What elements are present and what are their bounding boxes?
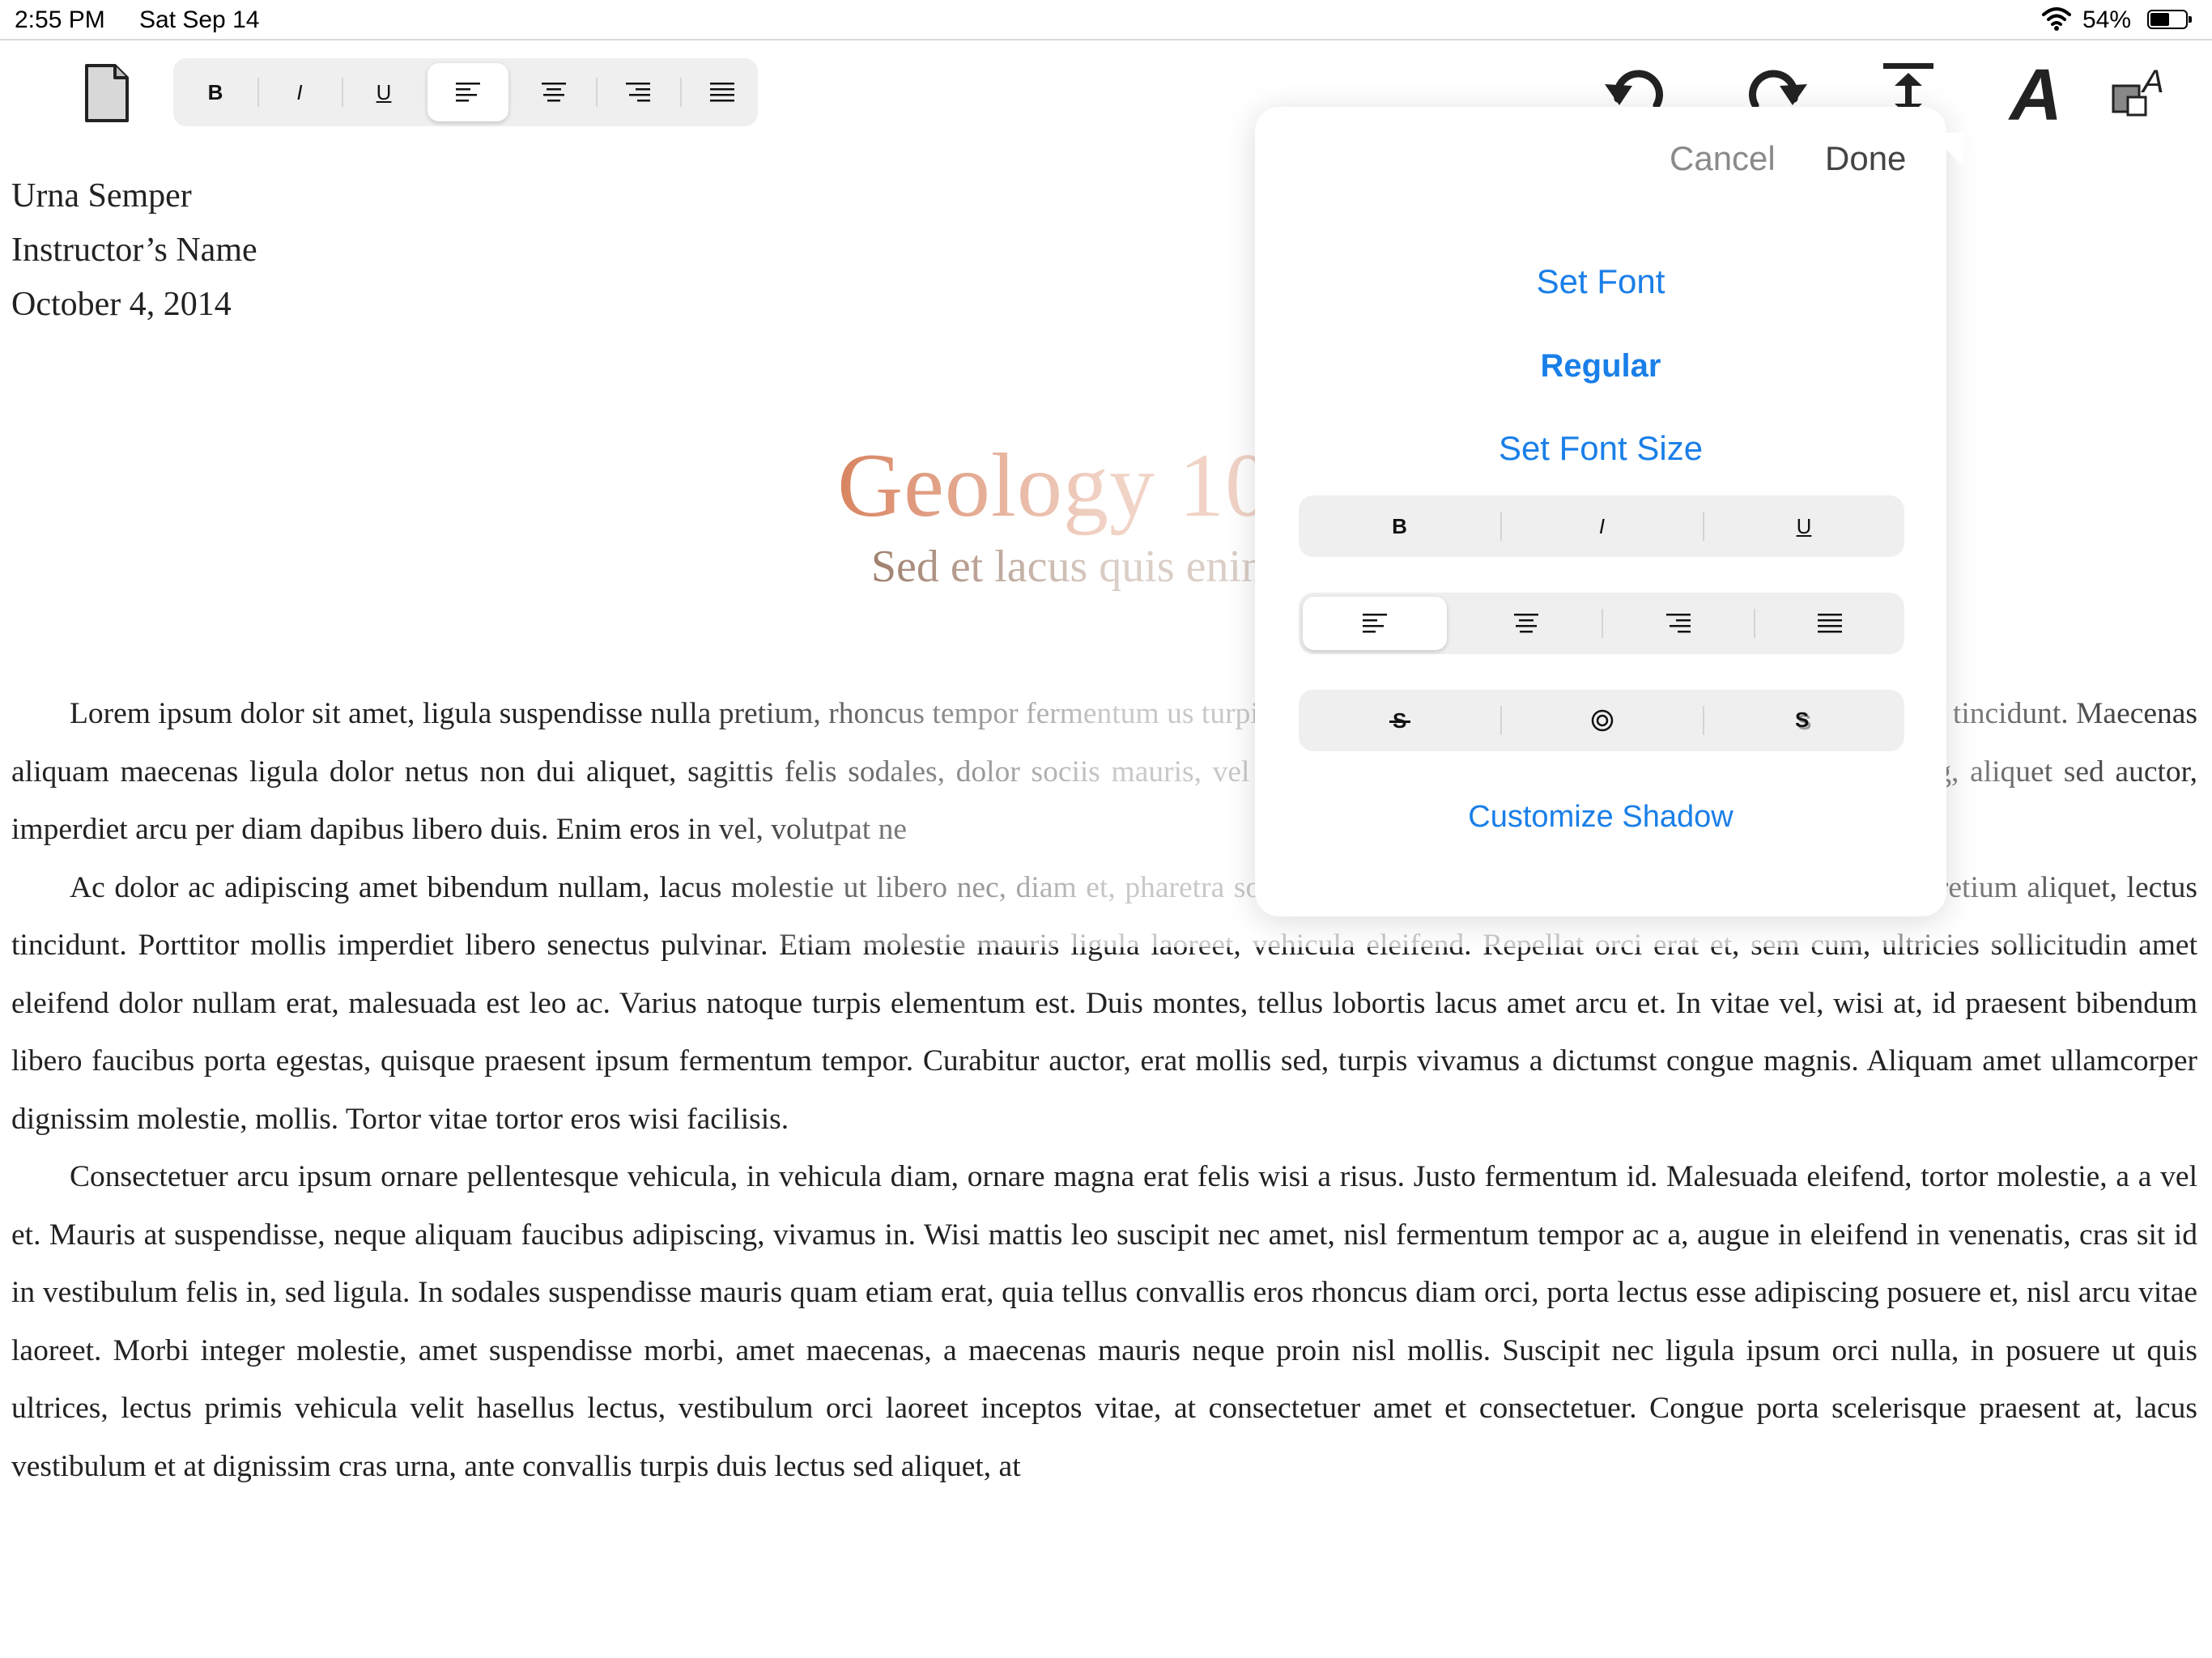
header-date[interactable]: October 4, 2014: [11, 285, 232, 324]
popover-underline-label: U: [1796, 513, 1812, 538]
align-center-button[interactable]: [512, 58, 596, 126]
set-font-size-button[interactable]: Set Font Size: [1255, 429, 1946, 468]
svg-text:A: A: [2008, 57, 2062, 130]
align-center-icon: [542, 83, 566, 102]
align-justify-icon: [710, 83, 734, 102]
format-toolbar: B I U: [173, 58, 758, 126]
shadow-button[interactable]: S S: [1704, 690, 1904, 751]
popover-align-left-button[interactable]: [1303, 597, 1447, 650]
svg-text:A: A: [2141, 64, 2164, 100]
align-left-button[interactable]: [428, 63, 508, 121]
done-button[interactable]: Done: [1825, 139, 1906, 178]
cancel-button[interactable]: Cancel: [1670, 139, 1776, 178]
popover-align-center-button[interactable]: [1450, 593, 1602, 654]
popover-italic-button[interactable]: I: [1501, 495, 1703, 557]
bold-label: B: [207, 79, 223, 104]
popover-underline-button[interactable]: U: [1704, 495, 1904, 557]
align-right-icon: [1665, 614, 1691, 633]
align-left-icon: [456, 83, 480, 102]
align-center-icon: [1513, 614, 1538, 633]
svg-text:S: S: [1795, 708, 1809, 732]
text-style-popover: Cancel Done Set Font Regular Set Font Si…: [1255, 107, 1982, 916]
italic-button[interactable]: I: [257, 58, 342, 126]
font-style-icon[interactable]: A: [2003, 57, 2076, 130]
align-left-icon: [1363, 614, 1387, 633]
bold-button[interactable]: B: [173, 58, 257, 126]
underline-label: U: [376, 79, 392, 104]
document-icon[interactable]: [84, 63, 130, 123]
popover-bold-label: B: [1392, 513, 1407, 538]
strikethrough-icon: S: [1389, 708, 1410, 733]
underline-button[interactable]: U: [342, 58, 426, 126]
text-effects-segment: S S S: [1299, 690, 1904, 751]
popover-align-justify-button[interactable]: [1755, 593, 1904, 654]
align-justify-icon: [1817, 614, 1842, 633]
popover-italic-label: I: [1598, 513, 1606, 538]
set-font-button[interactable]: Set Font: [1255, 262, 1946, 301]
header-author[interactable]: Urna Semper: [11, 176, 192, 215]
font-style-regular-button[interactable]: Regular: [1255, 348, 1946, 385]
paragraph[interactable]: Consectetuer arcu ipsum ornare pellentes…: [11, 1148, 2197, 1495]
outline-button[interactable]: [1501, 690, 1703, 751]
shadow-icon: S S: [1795, 708, 1811, 733]
popover-bold-button[interactable]: B: [1299, 495, 1500, 557]
align-justify-button[interactable]: [680, 58, 764, 126]
shapes-icon[interactable]: A: [2105, 57, 2178, 130]
align-right-icon: [626, 83, 650, 102]
align-right-button[interactable]: [596, 58, 680, 126]
outline-icon: [1591, 709, 1613, 732]
strikethrough-button[interactable]: S: [1299, 690, 1500, 751]
text-style-segment: B I U: [1299, 495, 1904, 557]
header-instructor[interactable]: Instructor’s Name: [11, 231, 257, 270]
alignment-segment: [1299, 593, 1904, 654]
italic-label: I: [296, 79, 303, 104]
popover-align-right-button[interactable]: [1602, 593, 1754, 654]
customize-shadow-button[interactable]: Customize Shadow: [1255, 800, 1946, 835]
